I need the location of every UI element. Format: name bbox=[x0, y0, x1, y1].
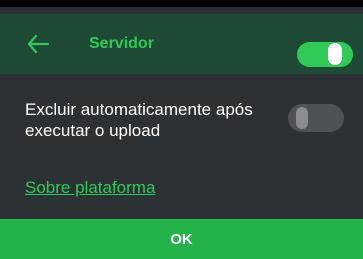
header-bar: Servidor bbox=[0, 14, 363, 74]
auto-delete-toggle[interactable] bbox=[288, 102, 344, 132]
auto-delete-toggle-track bbox=[288, 104, 344, 132]
auto-delete-label: Excluir automaticamente após executar o … bbox=[25, 100, 253, 140]
arrow-left-icon[interactable] bbox=[26, 33, 50, 55]
master-toggle-knob bbox=[328, 43, 342, 65]
master-toggle[interactable] bbox=[297, 39, 353, 69]
about-platform-link[interactable]: Sobre plataforma bbox=[25, 177, 155, 198]
auto-delete-toggle-knob bbox=[296, 107, 308, 129]
master-toggle-track bbox=[297, 42, 353, 67]
settings-screen: Servidor Excluir automaticamente após ex… bbox=[0, 0, 363, 259]
auto-delete-setting-row: Excluir automaticamente após executar o … bbox=[25, 97, 345, 147]
page-title: Servidor bbox=[89, 35, 154, 52]
ok-button[interactable]: OK bbox=[0, 219, 363, 259]
